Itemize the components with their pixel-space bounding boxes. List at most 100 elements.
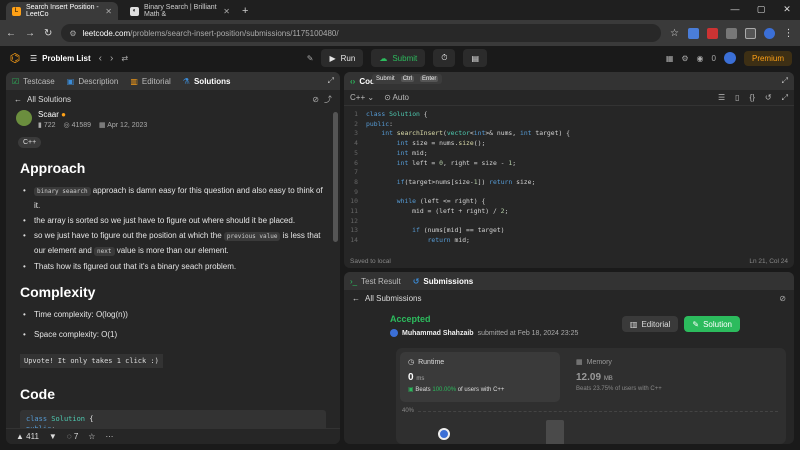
code-icon: ‹› (350, 76, 356, 86)
comment-icon: ◌ (66, 432, 72, 441)
browser-tab-brilliant[interactable]: ◐ Binary Search | Brilliant Math & ✕ (124, 2, 236, 20)
book-icon: ▥ (629, 319, 638, 329)
browser-tab-leetcode[interactable]: L Search Insert Position - LeetCo ✕ (6, 2, 118, 20)
solution-button[interactable]: ✎ Solution (684, 316, 740, 332)
maximize-icon[interactable]: ▢ (748, 0, 774, 20)
tab-title: Binary Search | Brilliant Math & (144, 4, 217, 18)
more-icon[interactable]: ··· (105, 432, 113, 441)
tab-testcase[interactable]: ☑ Testcase (12, 77, 55, 86)
lock-icon: ⊙ (384, 93, 391, 102)
flask-icon: ⚗ (182, 76, 190, 86)
share-icon[interactable]: ⤴ (324, 94, 332, 105)
close-icon[interactable]: ✕ (105, 7, 112, 16)
format-icon[interactable]: ☰ (718, 93, 725, 102)
language-select[interactable]: C++ ⌄ (350, 93, 374, 102)
reload-icon[interactable]: ↻ (44, 28, 52, 39)
distribution-bar[interactable] (546, 420, 564, 444)
scrollbar[interactable] (333, 112, 338, 242)
fullscreen-icon[interactable]: ⤢ (782, 93, 788, 103)
notes-icon[interactable]: ▤ (463, 49, 488, 67)
profile-avatar[interactable] (764, 27, 775, 39)
expand-icon[interactable]: ⤢ (782, 76, 788, 86)
upvote-button[interactable]: ▲ 411 (16, 432, 39, 441)
timer-icon[interactable]: ⏱ (433, 49, 456, 67)
chart-gridline (418, 411, 778, 412)
url-field[interactable]: ⚙ leetcode.com/problems/search-insert-po… (61, 24, 662, 42)
link-icon[interactable]: ⊘ (779, 294, 786, 303)
all-solutions-link[interactable]: ← All Solutions ⊘ ⤴ (6, 90, 340, 108)
favorite-icon[interactable]: ☆ (88, 432, 95, 441)
tab-submissions[interactable]: ↺ Submissions (413, 277, 474, 286)
author-info: Scaar ● ▮ 722 ◎ 41589 ▦ Apr 12, 2023 (6, 108, 340, 131)
debug-icon[interactable]: ✎ (307, 54, 314, 63)
book-icon: ▥ (130, 76, 138, 86)
translate-icon[interactable] (688, 27, 699, 39)
braces-icon[interactable]: {} (750, 93, 755, 102)
tab-test-result[interactable]: ›_ Test Result (350, 277, 401, 286)
result-actions: ▥ Editorial ✎ Solution (621, 316, 740, 332)
auto-toggle[interactable]: ⊙ Auto (384, 93, 409, 102)
leetcode-favicon-icon: L (12, 6, 21, 16)
extension-icon[interactable] (707, 27, 718, 39)
leetcode-logo-icon[interactable]: ⌬ (8, 51, 22, 65)
back-icon[interactable]: ← (6, 28, 16, 39)
tab-editorial[interactable]: ▥ Editorial (130, 77, 170, 86)
runtime-card[interactable]: ◷ Runtime 0 ms ▣ Beats 100.00% of users w… (400, 352, 560, 402)
submitted-time: submitted at Feb 18, 2024 23:25 (477, 329, 579, 337)
app-toolbar: ⌬ ☰ Problem List ‹ › ⇄ ✎ ▶ Run ☁ Submit … (0, 46, 800, 70)
code-editor-panel: ‹› Code ⤢ C++ ⌄ ⊙ Auto ☰ ▯ {} ↺ ⤢ 1 class … (344, 72, 794, 268)
back-arrow-icon: ← (352, 293, 360, 303)
author-avatar[interactable] (16, 110, 32, 126)
prev-problem-icon[interactable]: ‹ (99, 53, 102, 64)
bookmark-icon[interactable]: ▯ (735, 93, 739, 102)
next-problem-icon[interactable]: › (110, 53, 113, 64)
user-avatar[interactable] (723, 52, 736, 64)
description-icon: ▣ (66, 76, 75, 86)
chip-icon: ▦ (576, 359, 583, 366)
expand-icon[interactable]: ⤢ (328, 76, 334, 86)
layout-icon[interactable]: ▦ (666, 54, 674, 63)
reset-icon[interactable]: ↺ (765, 93, 772, 102)
editor-toolbar: C++ ⌄ ⊙ Auto ☰ ▯ {} ↺ ⤢ (344, 90, 794, 106)
menu-icon[interactable]: ⋮ (783, 28, 794, 39)
memory-card[interactable]: ▦ Memory 12.09 MB Beats 23.75% of users w… (576, 358, 662, 393)
star-icon[interactable]: ☆ (670, 28, 679, 39)
tab-description[interactable]: ▣ Description (67, 77, 119, 86)
your-submission-marker[interactable] (438, 428, 450, 440)
submitter-name[interactable]: Muhammad Shahzaib (402, 330, 474, 337)
play-icon: ▶ (329, 53, 336, 63)
close-window-icon[interactable]: ✕ (774, 0, 800, 20)
puzzle-icon[interactable] (726, 27, 737, 39)
author-name[interactable]: Scaar (38, 110, 59, 119)
editorial-button[interactable]: ▥ Editorial (621, 316, 679, 332)
new-tab-icon[interactable]: + (242, 2, 248, 20)
beats-icon: ▣ (408, 387, 414, 393)
user-avatar[interactable] (390, 329, 398, 337)
code-area[interactable]: 1 class Solution { 2 public: 3 int searchI… (344, 106, 794, 250)
all-submissions-link[interactable]: ← All Submissions ⊘ (344, 290, 794, 306)
list-item: binary seaarch approach is damn easy for… (20, 184, 326, 213)
forward-icon[interactable]: → (25, 28, 35, 39)
tab-solutions[interactable]: ⚗ Solutions (183, 77, 231, 86)
chart-axis-label: 40% (402, 408, 415, 414)
link-icon[interactable]: ⊘ (312, 95, 319, 104)
submit-button[interactable]: ☁ Submit (371, 49, 426, 67)
comments-button[interactable]: ◌ 7 (67, 432, 78, 441)
minimize-icon[interactable]: — (722, 0, 748, 20)
sidepanel-icon[interactable] (745, 27, 756, 39)
left-panel-tabs: ☑ Testcase ▣ Description ▥ Editorial ⚗ Solut… (6, 72, 340, 90)
downvote-icon[interactable]: ▼ (49, 432, 57, 441)
settings-icon[interactable]: ⚙ (681, 54, 688, 63)
close-icon[interactable]: ✕ (223, 7, 230, 16)
problem-list-button[interactable]: ☰ Problem List (30, 54, 91, 63)
list-item: Space complexity: O(1) (20, 328, 326, 342)
premium-button[interactable]: Premium (743, 50, 792, 66)
complexity-heading: Complexity (20, 284, 96, 300)
shuffle-icon[interactable]: ⇄ (121, 54, 128, 63)
site-info-icon[interactable]: ⚙ (69, 29, 76, 38)
clock-icon: ◷ (408, 359, 415, 366)
streak-icon[interactable]: ◉ (697, 54, 704, 63)
language-tag[interactable]: C++ (18, 137, 42, 148)
views-icon: ▮ (38, 122, 42, 129)
run-button[interactable]: ▶ Run (321, 49, 364, 67)
